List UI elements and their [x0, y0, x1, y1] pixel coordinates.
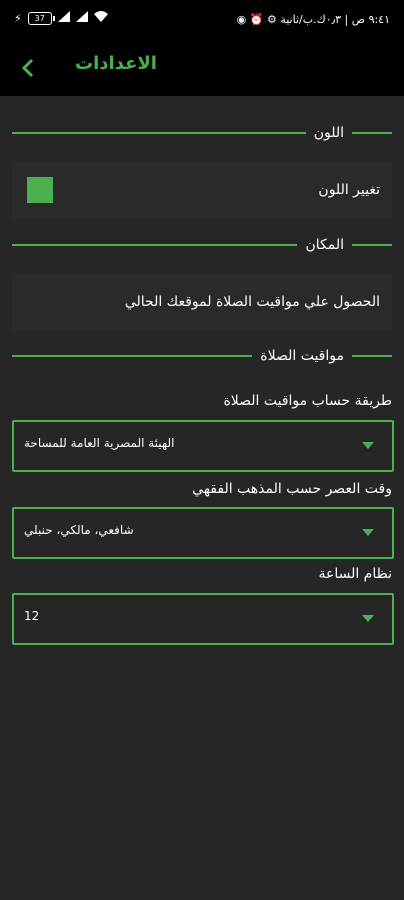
divider [12, 244, 298, 246]
charging-icon: ⚡ [14, 11, 22, 25]
asr-method-select[interactable]: شافعي، مالكي، حنبلي [12, 507, 394, 559]
settings-icon: ⚙ [266, 13, 277, 26]
section-title-prayer-times: مواقيت الصلاة [260, 348, 344, 364]
clock-format-select[interactable]: 12 [12, 593, 394, 645]
signal-icon [75, 11, 88, 25]
chevron-left-icon [21, 58, 34, 78]
get-location-row[interactable]: الحصول علي مواقيت الصلاة لموقعك الحالي [12, 273, 392, 331]
divider [12, 355, 253, 357]
dropdown-arrow-icon [362, 529, 374, 536]
divider [352, 355, 392, 357]
battery-level: 37 [34, 13, 45, 23]
status-right: ٩:٤١ ص | ٠٫٣ك.ب/ثانية ⚙ ⏰ ◉ [237, 13, 390, 26]
calc-method-select[interactable]: الهيئة المصرية العامة للمساحة [12, 420, 394, 472]
whatsapp-icon: ◉ [236, 13, 247, 26]
divider [352, 244, 392, 246]
status-bar: ⚡ 37 ٩:٤١ ص | ٠٫٣ك.ب/ثانية ⚙ ⏰ ◉ [0, 0, 404, 40]
calc-method-value: الهيئة المصرية العامة للمساحة [24, 436, 175, 450]
divider [352, 132, 392, 134]
signal-icon [57, 11, 70, 25]
clock-format-value: 12 [24, 609, 40, 623]
status-time: ٩:٤١ ص | ٠٫٣ك.ب/ثانية [280, 13, 390, 26]
section-header-prayer-times: مواقيت الصلاة [12, 344, 392, 368]
back-button[interactable] [10, 50, 46, 86]
section-header-color: اللون [12, 121, 392, 145]
color-swatch[interactable] [27, 177, 53, 203]
section-title-color: اللون [313, 125, 344, 141]
status-left-icons: ⚡ 37 [14, 11, 108, 25]
dropdown-arrow-icon [362, 615, 374, 622]
change-color-row[interactable]: تغيير اللون [12, 161, 392, 219]
app-toolbar: الاعدادات [0, 40, 404, 96]
divider [12, 132, 306, 134]
wifi-icon [93, 11, 108, 25]
battery-icon: 37 [27, 11, 55, 25]
clock-format-label: نظام الساعة [318, 566, 392, 582]
calc-method-label: طريقة حساب مواقيت الصلاة [223, 393, 392, 409]
dropdown-arrow-icon [362, 442, 374, 449]
page-title: الاعدادات [75, 53, 157, 74]
section-title-location: المكان [305, 237, 344, 253]
section-header-location: المكان [12, 233, 392, 257]
asr-method-value: شافعي، مالكي، حنبلي [24, 523, 134, 537]
get-location-label: الحصول علي مواقيت الصلاة لموقعك الحالي [124, 294, 380, 310]
alarm-icon: ⏰ [249, 13, 264, 26]
asr-method-label: وقت العصر حسب المذهب الفقهي [192, 481, 392, 497]
change-color-label: تغيير اللون [318, 182, 380, 198]
